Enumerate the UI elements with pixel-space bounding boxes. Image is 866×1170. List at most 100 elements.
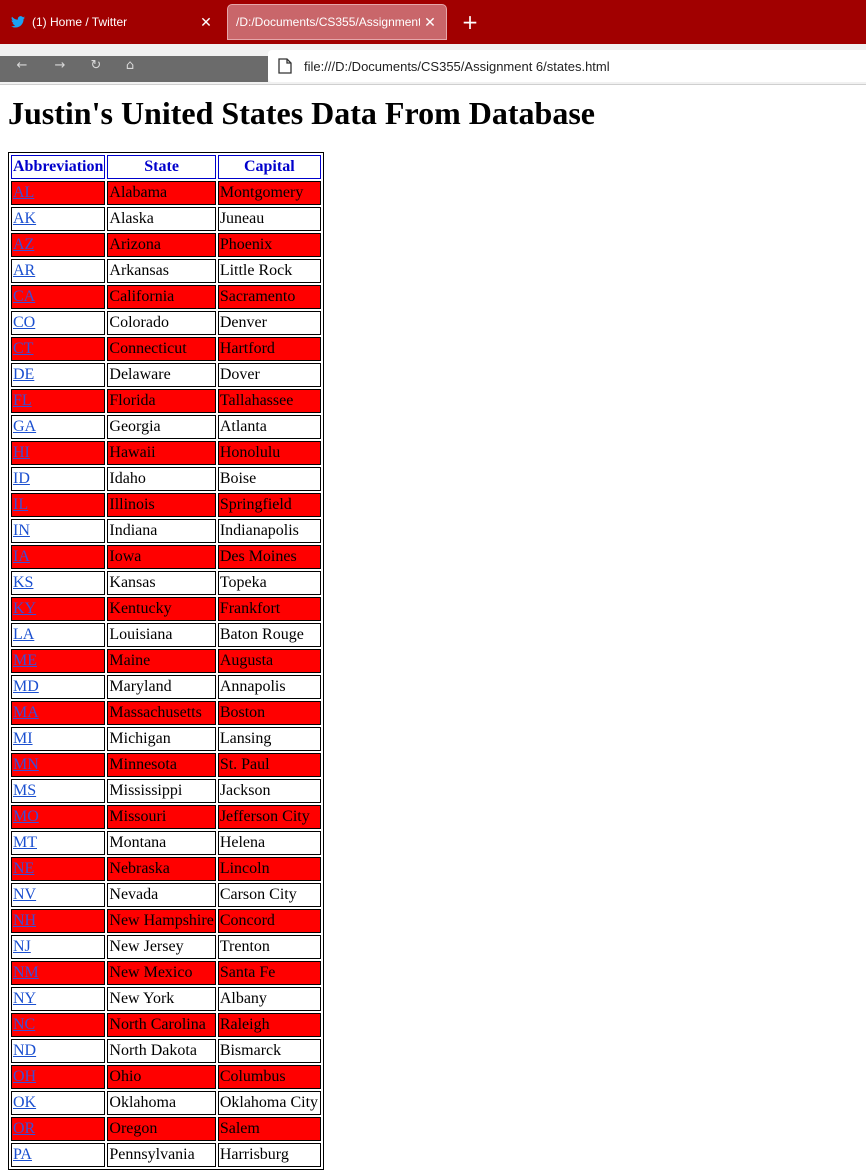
table-row: MO Missouri Jefferson City xyxy=(11,805,321,829)
abbreviation-link[interactable]: KY xyxy=(13,600,36,617)
abbreviation-link[interactable]: KS xyxy=(13,574,33,591)
abbreviation-link[interactable]: NJ xyxy=(13,938,31,955)
abbreviation-cell: MD xyxy=(11,675,106,699)
capital-cell: Montgomery xyxy=(217,181,321,205)
capital-cell: Albany xyxy=(217,987,321,1011)
capital-cell: Denver xyxy=(217,311,321,335)
abbreviation-link[interactable]: MT xyxy=(13,834,37,851)
abbreviation-cell: NY xyxy=(11,987,106,1011)
tab-label: (1) Home / Twitter xyxy=(32,15,128,29)
table-row: NE Nebraska Lincoln xyxy=(11,857,321,881)
capital-cell: Springfield xyxy=(217,493,321,517)
abbreviation-cell: KY xyxy=(11,597,106,621)
home-icon[interactable]: ⌂ xyxy=(118,56,142,76)
abbreviation-link[interactable]: MA xyxy=(13,704,39,721)
back-icon[interactable]: ← xyxy=(10,56,34,76)
tab-states-file[interactable]: /D:/Documents/CS355/Assignment 6/states.… xyxy=(227,4,447,40)
state-cell: California xyxy=(107,285,216,309)
abbreviation-cell: GA xyxy=(11,415,106,439)
abbreviation-link[interactable]: ID xyxy=(13,470,30,487)
abbreviation-cell: NC xyxy=(11,1013,106,1037)
tab-label: /D:/Documents/CS355/Assignment 6/states.… xyxy=(236,15,420,29)
abbreviation-link[interactable]: MS xyxy=(13,782,36,799)
abbreviation-cell: MN xyxy=(11,753,106,777)
twitter-icon xyxy=(10,14,26,30)
table-row: GA Georgia Atlanta xyxy=(11,415,321,439)
abbreviation-link[interactable]: MI xyxy=(13,730,33,747)
abbreviation-link[interactable]: MO xyxy=(13,808,39,825)
table-row: LA Louisiana Baton Rouge xyxy=(11,623,321,647)
capital-cell: Boston xyxy=(217,701,321,725)
table-row: NM New Mexico Santa Fe xyxy=(11,961,321,985)
table-row: OK Oklahoma Oklahoma City xyxy=(11,1091,321,1115)
column-header-capital: Capital xyxy=(217,155,321,179)
abbreviation-link[interactable]: MD xyxy=(13,678,39,695)
abbreviation-link[interactable]: OH xyxy=(13,1068,36,1085)
abbreviation-link[interactable]: OR xyxy=(13,1120,35,1137)
abbreviation-link[interactable]: NC xyxy=(13,1016,35,1033)
abbreviation-link[interactable]: NE xyxy=(13,860,34,877)
state-cell: Kansas xyxy=(107,571,216,595)
abbreviation-link[interactable]: ME xyxy=(13,652,37,669)
abbreviation-link[interactable]: AL xyxy=(13,184,34,201)
table-row: KS Kansas Topeka xyxy=(11,571,321,595)
abbreviation-link[interactable]: NH xyxy=(13,912,36,929)
table-row: MS Mississippi Jackson xyxy=(11,779,321,803)
abbreviation-link[interactable]: NM xyxy=(13,964,39,981)
capital-cell: Indianapolis xyxy=(217,519,321,543)
table-row: ID Idaho Boise xyxy=(11,467,321,491)
table-header-row: Abbreviation State Capital xyxy=(11,155,321,179)
abbreviation-link[interactable]: LA xyxy=(13,626,34,643)
abbreviation-link[interactable]: AK xyxy=(13,210,36,227)
capital-cell: Dover xyxy=(217,363,321,387)
abbreviation-link[interactable]: IL xyxy=(13,496,28,513)
close-icon[interactable]: ✕ xyxy=(420,14,440,31)
table-row: IL Illinois Springfield xyxy=(11,493,321,517)
capital-cell: Annapolis xyxy=(217,675,321,699)
capital-cell: Santa Fe xyxy=(217,961,321,985)
abbreviation-link[interactable]: AR xyxy=(13,262,35,279)
state-cell: Nebraska xyxy=(107,857,216,881)
tab-twitter[interactable]: (1) Home / Twitter ✕ xyxy=(0,4,222,40)
abbreviation-cell: MO xyxy=(11,805,106,829)
table-row: ME Maine Augusta xyxy=(11,649,321,673)
abbreviation-link[interactable]: IN xyxy=(13,522,30,539)
url-input[interactable] xyxy=(304,58,844,74)
close-icon[interactable]: ✕ xyxy=(196,14,216,31)
abbreviation-link[interactable]: CA xyxy=(13,288,35,305)
capital-cell: Phoenix xyxy=(217,233,321,257)
refresh-icon[interactable]: ↻ xyxy=(84,56,108,76)
abbreviation-link[interactable]: MN xyxy=(13,756,39,773)
state-cell: New York xyxy=(107,987,216,1011)
forward-icon[interactable]: → xyxy=(48,56,72,76)
state-cell: Florida xyxy=(107,389,216,413)
state-cell: Iowa xyxy=(107,545,216,569)
capital-cell: Boise xyxy=(217,467,321,491)
abbreviation-cell: FL xyxy=(11,389,106,413)
abbreviation-link[interactable]: HI xyxy=(13,444,30,461)
state-cell: Alaska xyxy=(107,207,216,231)
abbreviation-cell: PA xyxy=(11,1143,106,1167)
abbreviation-link[interactable]: FL xyxy=(13,392,32,409)
abbreviation-link[interactable]: AZ xyxy=(13,236,34,253)
abbreviation-link[interactable]: NV xyxy=(13,886,36,903)
abbreviation-link[interactable]: CT xyxy=(13,340,33,357)
abbreviation-cell: NH xyxy=(11,909,106,933)
abbreviation-link[interactable]: PA xyxy=(13,1146,32,1163)
abbreviation-link[interactable]: CO xyxy=(13,314,35,331)
abbreviation-cell: NV xyxy=(11,883,106,907)
abbreviation-link[interactable]: DE xyxy=(13,366,34,383)
abbreviation-link[interactable]: IA xyxy=(13,548,30,565)
abbreviation-cell: AL xyxy=(11,181,106,205)
address-bar[interactable] xyxy=(268,50,866,82)
abbreviation-link[interactable]: GA xyxy=(13,418,36,435)
abbreviation-link[interactable]: ND xyxy=(13,1042,36,1059)
table-body: AL Alabama Montgomery AK Alaska Juneau AZ Arizo… xyxy=(11,181,321,1167)
capital-cell: Des Moines xyxy=(217,545,321,569)
abbreviation-link[interactable]: OK xyxy=(13,1094,36,1111)
plus-icon[interactable]: + xyxy=(456,6,484,38)
abbreviation-link[interactable]: NY xyxy=(13,990,36,1007)
state-cell: Georgia xyxy=(107,415,216,439)
table-row: PA Pennsylvania Harrisburg xyxy=(11,1143,321,1167)
page-content: Justin's United States Data From Databas… xyxy=(0,85,866,1170)
